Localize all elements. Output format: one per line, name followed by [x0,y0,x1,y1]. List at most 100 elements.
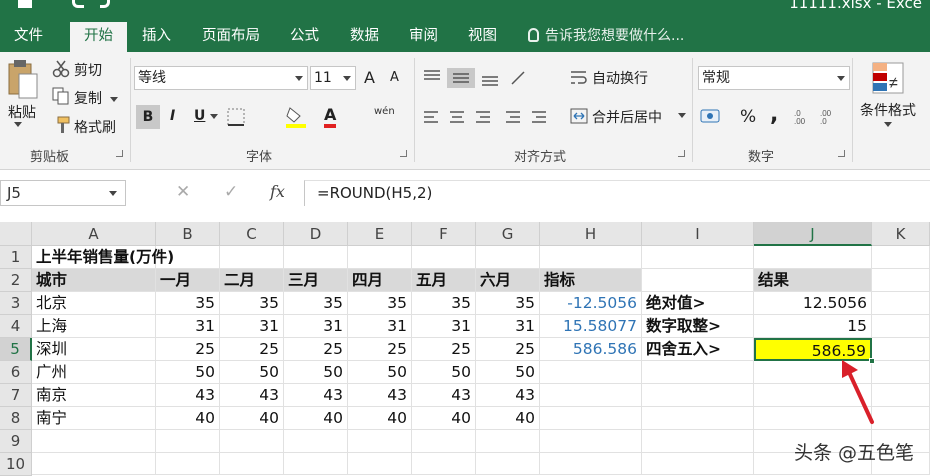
column-header[interactable]: A [32,222,156,246]
column-header[interactable]: H [540,222,642,246]
borders-icon[interactable] [226,107,246,127]
row-header[interactable]: 4 [0,315,32,338]
merge-dropdown-icon[interactable] [678,113,686,118]
cell[interactable] [476,453,540,475]
column-header-selected[interactable]: J [754,222,872,246]
cell[interactable] [220,453,284,475]
row-header[interactable]: 6 [0,361,32,384]
sales-cell[interactable]: 40 [412,407,476,430]
sales-cell[interactable]: 25 [284,338,348,361]
result-cell[interactable]: 12.5056 [754,292,872,315]
column-header[interactable]: F [412,222,476,246]
cell[interactable] [284,430,348,453]
city-cell[interactable]: 上海 [32,315,156,338]
cell[interactable] [642,407,754,430]
result-cell[interactable]: 15 [754,315,872,338]
font-color-button[interactable]: A [324,106,337,128]
header-cell-month[interactable]: 四月 [348,269,412,292]
clipboard-launcher-icon[interactable] [116,150,123,157]
grow-font-button[interactable]: A [364,68,375,87]
sales-cell[interactable]: 25 [412,338,476,361]
cell[interactable] [872,269,930,292]
wrap-text-button[interactable]: 自动换行 [592,68,648,88]
column-header[interactable]: B [156,222,220,246]
copy-dropdown-icon[interactable] [110,97,118,102]
cell[interactable] [540,453,642,475]
font-name-combo[interactable]: 等线 [134,66,308,90]
sales-cell[interactable]: 25 [220,338,284,361]
select-all-corner[interactable] [0,222,32,246]
vertical-alignment-icons[interactable] [420,68,530,88]
tab-data[interactable]: 数据 [350,22,379,52]
cell[interactable] [872,292,930,315]
sales-cell[interactable]: 35 [220,292,284,315]
tab-home[interactable]: 开始 [70,22,127,52]
sales-cell[interactable]: 43 [476,384,540,407]
row-header[interactable]: 3 [0,292,32,315]
alignment-launcher-icon[interactable] [678,150,685,157]
row-header[interactable]: 7 [0,384,32,407]
cell[interactable] [220,430,284,453]
cell[interactable] [348,246,412,269]
sales-cell[interactable]: 40 [156,407,220,430]
header-cell-month[interactable]: 一月 [156,269,220,292]
metric-cell[interactable]: -12.5056 [540,292,642,315]
redo-icon[interactable] [100,0,110,8]
sales-cell[interactable]: 25 [476,338,540,361]
column-header[interactable]: K [872,222,930,246]
conditional-format-icon[interactable]: ≠ [872,62,906,96]
decimal-icons[interactable]: .0.00.00.0 [792,108,842,126]
tab-view[interactable]: 视图 [468,22,497,52]
sales-cell[interactable]: 31 [476,315,540,338]
row-header[interactable]: 10 [0,453,32,476]
cell[interactable] [412,453,476,475]
cell[interactable] [872,338,930,361]
italic-button[interactable]: I [170,108,175,124]
cell[interactable] [284,453,348,475]
sales-cell[interactable]: 35 [476,292,540,315]
tab-file[interactable]: 文件 [14,22,43,52]
row-header[interactable]: 2 [0,269,32,292]
sales-cell[interactable]: 40 [476,407,540,430]
cell[interactable] [32,430,156,453]
city-cell[interactable]: 广州 [32,361,156,384]
cut-button[interactable]: 剪切 [74,60,102,80]
cell[interactable] [872,315,930,338]
row-header[interactable]: 1 [0,246,32,269]
cell[interactable] [412,246,476,269]
font-launcher-icon[interactable] [400,150,407,157]
sales-cell[interactable]: 35 [156,292,220,315]
cell[interactable] [348,453,412,475]
formula-input[interactable]: =ROUND(H5,2) [304,180,930,206]
fill-color-icon[interactable] [284,105,308,129]
cell[interactable] [540,361,642,384]
column-header[interactable]: D [284,222,348,246]
cell[interactable] [156,453,220,475]
name-box[interactable]: J5 [0,180,126,206]
paste-icon[interactable] [6,58,40,102]
underline-button[interactable]: U [194,108,205,124]
cell[interactable] [156,246,220,269]
function-label-cell[interactable]: 四舍五入> [642,338,754,361]
header-cell-month[interactable]: 二月 [220,269,284,292]
sales-cell[interactable]: 40 [348,407,412,430]
function-label-cell[interactable]: 数字取整> [642,315,754,338]
sales-cell[interactable]: 31 [412,315,476,338]
save-icon[interactable] [18,0,32,8]
city-cell[interactable]: 北京 [32,292,156,315]
cell[interactable] [754,246,872,269]
row-header[interactable]: 9 [0,430,32,453]
cell[interactable] [872,246,930,269]
cell[interactable] [540,430,642,453]
column-header[interactable]: I [642,222,754,246]
percent-button[interactable]: % [740,107,756,127]
header-cell-month[interactable]: 五月 [412,269,476,292]
font-size-combo[interactable]: 11 [310,66,356,90]
cell[interactable] [348,430,412,453]
header-cell-month[interactable]: 三月 [284,269,348,292]
sales-cell[interactable]: 43 [284,384,348,407]
row-header-selected[interactable]: 5 [0,338,32,361]
bold-button[interactable]: B [136,105,160,129]
currency-icon[interactable] [700,107,722,127]
cell[interactable] [32,453,156,475]
